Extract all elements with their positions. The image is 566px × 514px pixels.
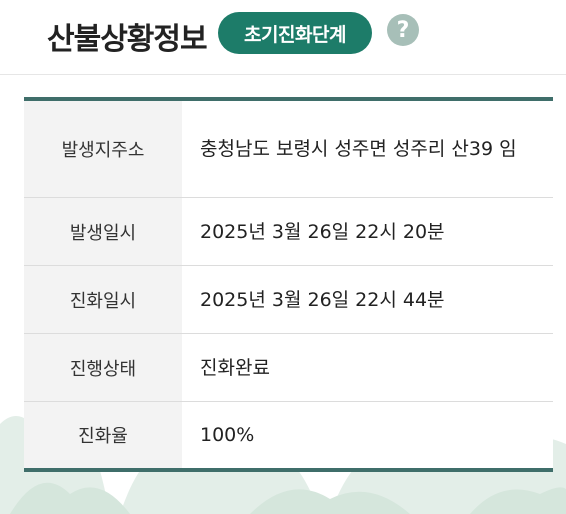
page-title: 산불상황정보 <box>47 22 208 57</box>
table-row-progress-status: 진행상태 진화완료 <box>24 334 553 402</box>
fire-info-table: 발생지주소 충청남도 보령시 성주면 성주리 산39 임 발생일시 2025년 … <box>24 97 553 472</box>
row-value: 2025년 3월 26일 22시 20분 <box>200 220 445 243</box>
row-label: 발생일시 <box>24 198 182 265</box>
row-label: 발생지주소 <box>24 101 182 197</box>
row-label: 진화일시 <box>24 266 182 333</box>
row-value: 2025년 3월 26일 22시 44분 <box>200 288 445 311</box>
table-row-extinguished-at: 진화일시 2025년 3월 26일 22시 44분 <box>24 266 553 334</box>
table-row-occurred-at: 발생일시 2025년 3월 26일 22시 20분 <box>24 198 553 266</box>
row-value: 충청남도 보령시 성주면 성주리 산39 임 <box>200 138 517 160</box>
row-value: 100% <box>200 424 255 446</box>
help-icon[interactable]: ? <box>387 14 419 46</box>
row-value: 진화완료 <box>200 356 270 379</box>
stage-badge[interactable]: 초기진화단계 <box>218 12 372 54</box>
table-row-containment-rate: 진화율 100% <box>24 402 553 468</box>
row-label: 진행상태 <box>24 334 182 401</box>
fire-status-panel: 산불상황정보 초기진화단계 ? 발생지주소 충청남도 보령시 성주면 성주리 산… <box>0 0 566 514</box>
table-row-address: 발생지주소 충청남도 보령시 성주면 성주리 산39 임 <box>24 101 553 198</box>
panel-header: 산불상황정보 초기진화단계 ? <box>0 0 566 75</box>
row-label: 진화율 <box>24 402 182 468</box>
